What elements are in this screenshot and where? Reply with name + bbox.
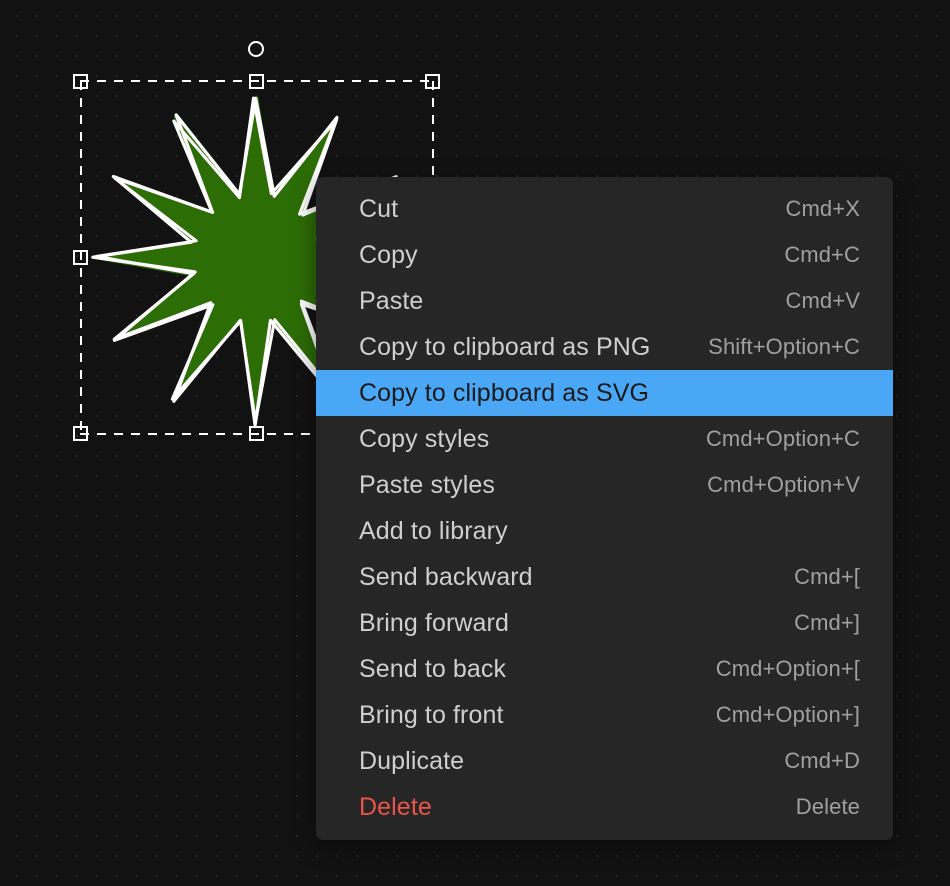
- rotate-handle[interactable]: [248, 41, 264, 57]
- menu-item-paste[interactable]: Paste Cmd+V: [316, 278, 893, 324]
- menu-item-copy[interactable]: Copy Cmd+C: [316, 232, 893, 278]
- menu-item-shortcut: Cmd+]: [794, 610, 860, 636]
- menu-item-shortcut: Cmd+Option+[: [716, 656, 860, 682]
- menu-item-copy-to-clipboard-as-svg[interactable]: Copy to clipboard as SVG: [316, 370, 893, 416]
- resize-handle-top-right[interactable]: [425, 74, 440, 89]
- menu-item-label: Paste: [359, 287, 423, 316]
- drawing-canvas[interactable]: Cut Cmd+X Copy Cmd+C Paste Cmd+V Copy to clipb…: [0, 0, 950, 886]
- menu-item-label: Bring to front: [359, 701, 504, 730]
- menu-item-send-backward[interactable]: Send backward Cmd+[: [316, 554, 893, 600]
- menu-item-shortcut: Cmd+Option+V: [707, 472, 860, 498]
- menu-item-copy-styles[interactable]: Copy styles Cmd+Option+C: [316, 416, 893, 462]
- resize-handle-middle-left[interactable]: [73, 250, 88, 265]
- menu-item-bring-to-front[interactable]: Bring to front Cmd+Option+]: [316, 692, 893, 738]
- menu-item-label: Delete: [359, 793, 432, 822]
- menu-item-label: Paste styles: [359, 471, 495, 500]
- menu-item-label: Send to back: [359, 655, 506, 684]
- menu-item-shortcut: Cmd+[: [794, 564, 860, 590]
- resize-handle-bottom-left[interactable]: [73, 426, 88, 441]
- resize-handle-top-center[interactable]: [249, 74, 264, 89]
- menu-item-send-to-back[interactable]: Send to back Cmd+Option+[: [316, 646, 893, 692]
- menu-item-shortcut: Cmd+Option+]: [716, 702, 860, 728]
- menu-item-label: Bring forward: [359, 609, 509, 638]
- menu-item-bring-forward[interactable]: Bring forward Cmd+]: [316, 600, 893, 646]
- menu-item-label: Copy styles: [359, 425, 489, 454]
- menu-item-paste-styles[interactable]: Paste styles Cmd+Option+V: [316, 462, 893, 508]
- menu-item-cut[interactable]: Cut Cmd+X: [316, 186, 893, 232]
- menu-item-shortcut: Cmd+X: [786, 196, 860, 222]
- menu-item-shortcut: Cmd+V: [786, 288, 860, 314]
- menu-item-shortcut: Cmd+Option+C: [706, 426, 860, 452]
- menu-item-shortcut: Cmd+C: [784, 242, 860, 268]
- menu-item-label: Duplicate: [359, 747, 464, 776]
- context-menu[interactable]: Cut Cmd+X Copy Cmd+C Paste Cmd+V Copy to clipb…: [316, 177, 893, 840]
- menu-item-copy-to-clipboard-as-png[interactable]: Copy to clipboard as PNG Shift+Option+C: [316, 324, 893, 370]
- menu-item-delete[interactable]: Delete Delete: [316, 784, 893, 830]
- resize-handle-top-left[interactable]: [73, 74, 88, 89]
- menu-item-label: Add to library: [359, 517, 508, 546]
- menu-item-duplicate[interactable]: Duplicate Cmd+D: [316, 738, 893, 784]
- menu-item-label: Copy to clipboard as PNG: [359, 333, 650, 362]
- menu-item-shortcut: Shift+Option+C: [708, 334, 860, 360]
- menu-item-add-to-library[interactable]: Add to library: [316, 508, 893, 554]
- menu-item-shortcut: Cmd+D: [784, 748, 860, 774]
- menu-item-label: Copy: [359, 241, 418, 270]
- menu-item-label: Cut: [359, 195, 398, 224]
- menu-item-label: Copy to clipboard as SVG: [359, 379, 649, 408]
- menu-item-shortcut: Delete: [796, 794, 860, 820]
- resize-handle-bottom-center[interactable]: [249, 426, 264, 441]
- menu-item-label: Send backward: [359, 563, 533, 592]
